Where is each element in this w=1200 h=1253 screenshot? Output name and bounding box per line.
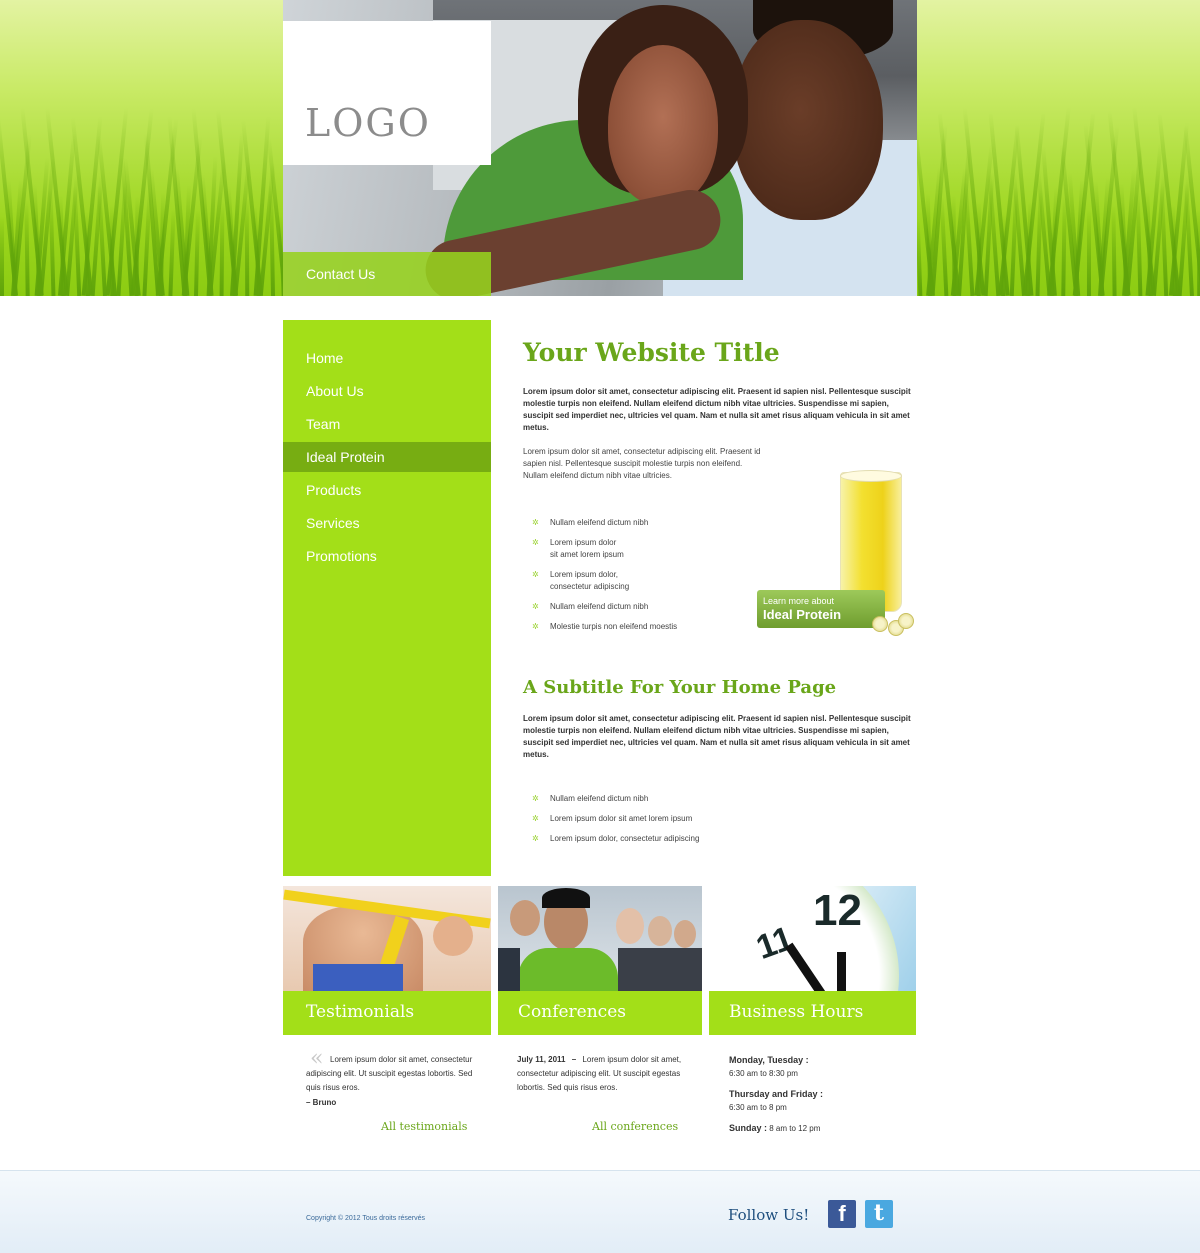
grass-blade: [1111, 204, 1117, 296]
bullet-star-icon: ✲: [532, 570, 539, 579]
twitter-icon[interactable]: t: [865, 1200, 893, 1228]
list-item: ✲ Molestie turpis non eleifend moestis: [532, 622, 678, 631]
conference-entry: July 11, 2011 – Lorem ipsum dolor sit am…: [517, 1055, 682, 1092]
section-bullet-list: ✲ Nullam eleifend dictum nibh ✲ Lorem ipsu…: [532, 793, 699, 845]
section-paragraph-bold: Lorem ipsum dolor sit amet, consectetur …: [523, 714, 911, 759]
juice-glass-rim: [840, 470, 902, 482]
bullet-star-icon: ✲: [532, 518, 539, 527]
banana-slice-image: [872, 616, 888, 632]
all-testimonials-link[interactable]: All testimonials: [381, 1120, 467, 1133]
grass-blade: [0, 216, 4, 296]
list-item: ✲ Lorem ipsum dolor, consectetur adipiscin…: [532, 570, 630, 591]
nav-item-label: About Us: [306, 383, 364, 399]
grass-blade: [48, 189, 56, 296]
testimonials-photo: [283, 886, 491, 992]
nav-item-label: Products: [306, 482, 362, 498]
promo-big-text: Ideal Protein: [763, 607, 842, 622]
banana-slice-image: [898, 613, 914, 629]
business-hours-title: Business Hours: [729, 1002, 864, 1022]
contact-strip: Contact Us: [283, 252, 491, 296]
nav-item-services[interactable]: Services: [283, 508, 491, 538]
hours-time: 6:30 am to 8 pm: [729, 1103, 787, 1112]
grass-blade: [219, 201, 225, 296]
business-hours-header: Business Hours: [709, 991, 916, 1035]
hours-sunday: Sunday : 8 am to 12 pm: [729, 1123, 821, 1133]
grass-blade: [24, 199, 30, 296]
grass-blade: [1086, 209, 1092, 296]
grass-blade: [194, 209, 200, 296]
grass-blade: [244, 197, 250, 296]
clock-numeral: 12: [813, 886, 862, 935]
hours-time: 6:30 am to 8:30 pm: [729, 1069, 798, 1078]
promo-small-text: Learn more about: [763, 596, 835, 606]
bullet-star-icon: ✲: [532, 834, 539, 843]
copyright-text: Copyright © 2012 Tous droits réservés: [306, 1215, 426, 1222]
section-subtitle: A Subtitle For Your Home Page: [523, 677, 837, 698]
testimonials-header: Testimonials: [283, 991, 491, 1035]
feature-bullet-list: ✲ Nullam eleifend dictum nibh ✲ Lorem ipsu…: [532, 517, 677, 633]
all-conferences-link[interactable]: All conferences: [592, 1120, 678, 1133]
list-item: ✲ Nullam eleifend dictum nibh: [532, 794, 649, 803]
bullet-star-icon: ✲: [532, 602, 539, 611]
bullet-star-icon: ✲: [532, 538, 539, 547]
testimonial-quote: Lorem ipsum dolor sit amet, consectetur …: [306, 1053, 481, 1110]
list-item: ✲ Nullam eleifend dictum nibh: [532, 602, 649, 611]
conferences-header: Conferences: [498, 991, 702, 1035]
conferences-photo: [498, 886, 702, 992]
follow-us-label: Follow Us!: [728, 1206, 810, 1224]
nav-item-ideal-protein[interactable]: Ideal Protein: [283, 442, 491, 472]
nav-item-promotions[interactable]: Promotions: [283, 541, 491, 571]
nav-item-label: Home: [306, 350, 344, 366]
list-item: ✲ Lorem ipsum dolor sit amet lorem ipsum: [532, 814, 693, 823]
grass-blade: [1135, 192, 1143, 296]
grass-blade: [168, 208, 176, 296]
hours-days: Monday, Tuesday :: [729, 1055, 809, 1065]
learn-more-ideal-protein-button[interactable]: Learn more about Ideal Protein: [757, 590, 885, 628]
nav-item-about-us[interactable]: About Us: [283, 376, 491, 406]
nav-item-label: Ideal Protein: [306, 449, 385, 465]
logo-text: LOGO: [305, 101, 431, 145]
bullet-star-icon: ✲: [532, 794, 539, 803]
intro-paragraph: Lorem ipsum dolor sit amet, consectetur …: [523, 447, 761, 480]
testimonial-author: – Bruno: [306, 1098, 337, 1107]
page-title: Your Website Title: [523, 338, 780, 367]
footer: Copyright © 2012 Tous droits réservés Fo…: [0, 1170, 1200, 1253]
clock-photo: 12 11: [709, 886, 916, 992]
nav-item-home[interactable]: Home: [283, 343, 491, 373]
facebook-icon[interactable]: f: [828, 1200, 856, 1228]
business-hours-list: Monday, Tuesday : 6:30 am to 8:30 pm Thu…: [729, 1053, 909, 1136]
list-item: ✲ Nullam eleifend dictum nibh: [532, 518, 649, 527]
bullet-star-icon: ✲: [532, 814, 539, 823]
nav-item-label: Team: [306, 416, 341, 432]
logo[interactable]: LOGO: [283, 21, 491, 165]
testimonials-title: Testimonials: [306, 1002, 415, 1022]
conferences-title: Conferences: [518, 1002, 626, 1022]
sidebar-nav: Home About Us Team Ideal Protein Product…: [283, 320, 491, 876]
list-item: ✲ Lorem ipsum dolor sit amet lorem ipsum: [532, 538, 624, 559]
list-item: ✲ Lorem ipsum dolor, consectetur adipisci…: [532, 834, 700, 843]
nav-item-products[interactable]: Products: [283, 475, 491, 505]
intro-paragraph-bold: Lorem ipsum dolor sit amet, consectetur …: [523, 387, 911, 432]
conference-date: July 11, 2011: [517, 1055, 566, 1064]
contact-us-link[interactable]: Contact Us: [306, 266, 375, 282]
bullet-star-icon: ✲: [532, 622, 539, 631]
nav-item-label: Promotions: [306, 548, 377, 564]
hours-days: Thursday and Friday :: [729, 1089, 824, 1099]
nav-item-label: Services: [306, 515, 360, 531]
nav-item-team[interactable]: Team: [283, 409, 491, 439]
